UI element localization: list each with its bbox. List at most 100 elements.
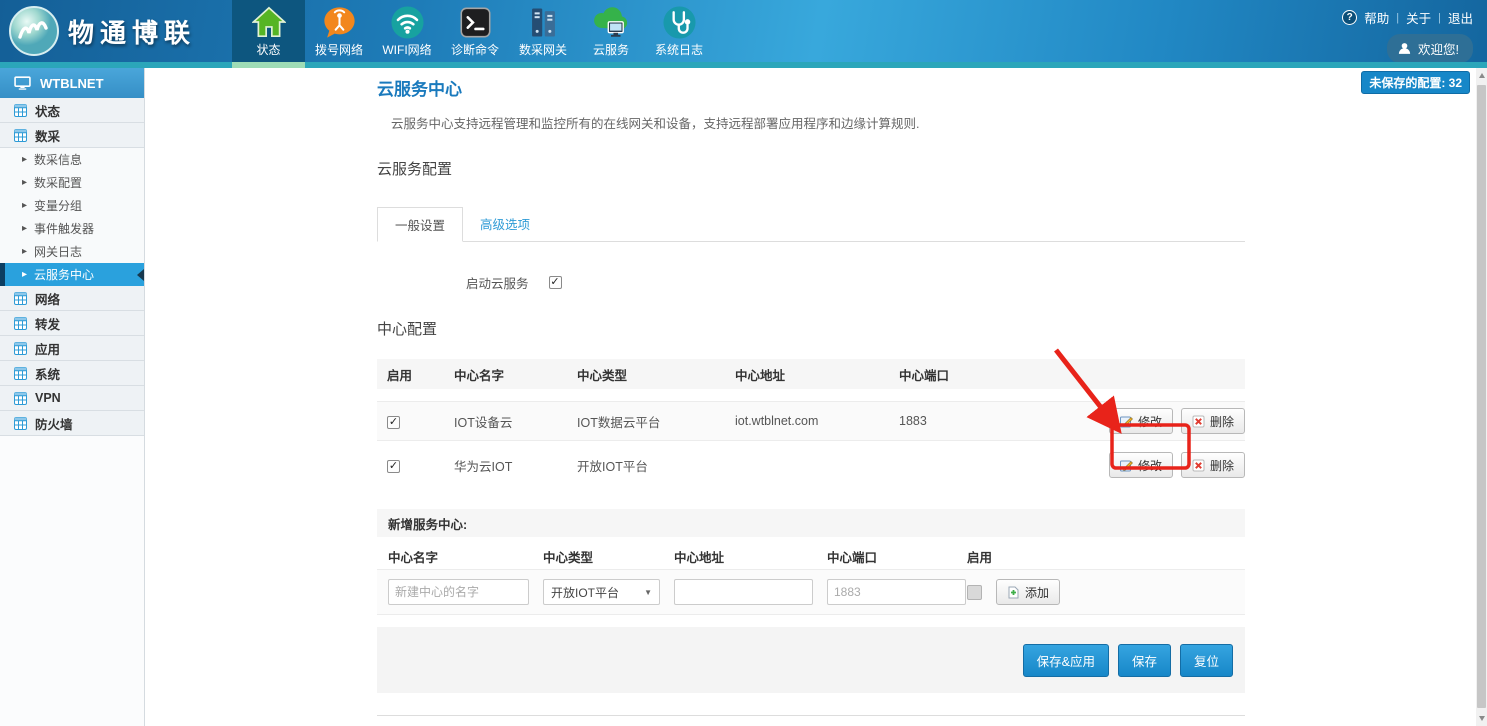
separator: | <box>1438 12 1441 24</box>
cell-center-type: 开放IOT平台 <box>577 456 735 475</box>
tab-advanced-options[interactable]: 高级选项 <box>463 207 547 241</box>
arrow-down-icon <box>1479 716 1485 721</box>
footer-divider <box>377 715 1245 716</box>
add-label: 添加 <box>1025 584 1049 601</box>
sidebar-subitem-gateway-logs[interactable]: 网关日志 <box>0 240 144 263</box>
save-button[interactable]: 保存 <box>1118 644 1171 677</box>
nav-item-status[interactable]: 状态 <box>232 0 305 62</box>
header-right: 帮助 | 关于 | 退出 欢迎您! <box>1342 8 1473 63</box>
brand: 物通博联 <box>0 0 232 62</box>
sidebar-item-forwarding[interactable]: 转发 <box>0 311 144 336</box>
new-center-enabled-checkbox[interactable] <box>967 585 982 600</box>
col-center-name: 中心名字 <box>454 365 577 384</box>
sidebar-subitem-event-triggers[interactable]: 事件触发器 <box>0 217 144 240</box>
nav-item-cloud-service[interactable]: 云服务 <box>577 0 645 62</box>
sidebar-item-vpn[interactable]: VPN <box>0 386 144 411</box>
sidebar-item-label: 变量分组 <box>34 197 82 214</box>
nav-label: 云服务 <box>593 43 629 57</box>
row-enabled-checkbox[interactable] <box>387 460 400 473</box>
scroll-up-button[interactable] <box>1476 68 1487 83</box>
sidebar-item-system[interactable]: 系统 <box>0 361 144 386</box>
edit-button-highlighted[interactable]: 修改 <box>1109 452 1173 478</box>
tab-general-settings[interactable]: 一般设置 <box>377 207 463 242</box>
brand-logo-icon <box>8 5 60 57</box>
wifi-icon <box>390 1 425 43</box>
sidebar-subitem-variable-groups[interactable]: 变量分组 <box>0 194 144 217</box>
sidebar-item-data-collection[interactable]: 数采 <box>0 123 144 148</box>
scroll-down-button[interactable] <box>1476 711 1487 726</box>
delete-button[interactable]: 删除 <box>1181 408 1245 434</box>
grid-icon <box>14 104 27 117</box>
nav-item-dialup-network[interactable]: 拨号网络 <box>305 0 373 62</box>
grid-icon <box>14 129 27 142</box>
scrollbar-thumb[interactable] <box>1477 85 1486 708</box>
sidebar-item-firewall[interactable]: 防火墙 <box>0 411 144 436</box>
sidebar-subitem-dc-config[interactable]: 数采配置 <box>0 171 144 194</box>
logout-link[interactable]: 退出 <box>1448 8 1473 27</box>
center-address-input[interactable] <box>674 579 813 605</box>
home-icon <box>252 1 286 43</box>
enable-cloud-service-checkbox[interactable] <box>549 276 562 289</box>
new-center-labels-row: 中心名字 中心类型 中心地址 中心端口 启用 <box>377 543 1245 569</box>
sidebar-item-label: 网络 <box>35 289 60 308</box>
center-port-input[interactable] <box>827 579 966 605</box>
center-config-heading: 中心配置 <box>377 318 1245 339</box>
about-link[interactable]: 关于 <box>1406 8 1431 27</box>
stethoscope-icon <box>662 1 697 43</box>
center-name-input[interactable] <box>388 579 529 605</box>
sidebar-item-label: 数采配置 <box>34 174 82 191</box>
sidebar-subitem-dc-info[interactable]: 数采信息 <box>0 148 144 171</box>
page-description: 云服务中心支持远程管理和监控所有的在线网关和设备，支持远程部署应用程序和边缘计算… <box>377 113 1245 132</box>
enable-cloud-service-row: 启动云服务 <box>377 273 1245 292</box>
top-nav: 状态 拨号网络 WIFI网络 诊断命令 数采网关 <box>232 0 713 62</box>
nav-item-wifi-network[interactable]: WIFI网络 <box>373 0 441 62</box>
sidebar-item-label: 事件触发器 <box>34 220 94 237</box>
cell-center-name: 华为云IOT <box>454 456 577 475</box>
center-type-select[interactable]: 开放IOT平台 <box>543 579 660 605</box>
col-center-address: 中心地址 <box>735 365 899 384</box>
help-icon <box>1342 10 1357 25</box>
nav-item-system-logs[interactable]: 系统日志 <box>645 0 713 62</box>
reset-button[interactable]: 复位 <box>1180 644 1233 677</box>
main-content: 未保存的配置: 32 云服务中心 云服务中心支持远程管理和监控所有的在线网关和设… <box>146 68 1476 726</box>
grid-icon <box>14 367 27 380</box>
edit-label: 修改 <box>1138 457 1162 474</box>
unsaved-config-badge[interactable]: 未保存的配置: 32 <box>1361 71 1470 94</box>
nav-item-diagnostic-commands[interactable]: 诊断命令 <box>441 0 509 62</box>
nav-label: 拨号网络 <box>315 43 363 57</box>
arrow-up-icon <box>1479 73 1485 78</box>
center-type-selected-value: 开放IOT平台 <box>551 584 619 601</box>
brand-name: 物通博联 <box>68 13 196 50</box>
vertical-scrollbar[interactable] <box>1476 68 1487 726</box>
delete-button[interactable]: 删除 <box>1181 452 1245 478</box>
edit-button[interactable]: 修改 <box>1109 408 1173 434</box>
save-apply-button[interactable]: 保存&应用 <box>1023 644 1109 677</box>
sidebar-item-network[interactable]: 网络 <box>0 286 144 311</box>
delete-icon <box>1192 415 1205 428</box>
sidebar-item-applications[interactable]: 应用 <box>0 336 144 361</box>
grid-icon <box>14 417 27 430</box>
table-header-row: 启用 中心名字 中心类型 中心地址 中心端口 <box>377 359 1245 389</box>
nav-label: 诊断命令 <box>451 43 499 57</box>
cloud-config-heading: 云服务配置 <box>377 158 1245 179</box>
label-center-address: 中心地址 <box>674 547 827 566</box>
gateway-icon <box>528 1 559 43</box>
col-enabled: 启用 <box>387 365 454 384</box>
nav-item-data-gateway[interactable]: 数采网关 <box>509 0 577 62</box>
grid-icon <box>14 342 27 355</box>
separator: | <box>1396 12 1399 24</box>
monitor-icon <box>14 76 31 90</box>
row-enabled-checkbox[interactable] <box>387 416 400 429</box>
add-icon <box>1007 586 1020 599</box>
edit-icon <box>1120 459 1133 472</box>
sidebar-subitem-cloud-service-center[interactable]: 云服务中心 <box>0 263 144 286</box>
sidebar-item-label: 数采 <box>35 126 60 145</box>
cell-center-name: IOT设备云 <box>454 412 577 431</box>
add-button[interactable]: 添加 <box>996 579 1060 605</box>
cell-center-port: 1883 <box>899 414 1059 428</box>
welcome-button[interactable]: 欢迎您! <box>1387 34 1473 63</box>
page-title: 云服务中心 <box>377 75 1245 100</box>
sidebar-item-status[interactable]: 状态 <box>0 98 144 123</box>
terminal-icon <box>460 1 491 43</box>
help-link[interactable]: 帮助 <box>1364 8 1389 27</box>
